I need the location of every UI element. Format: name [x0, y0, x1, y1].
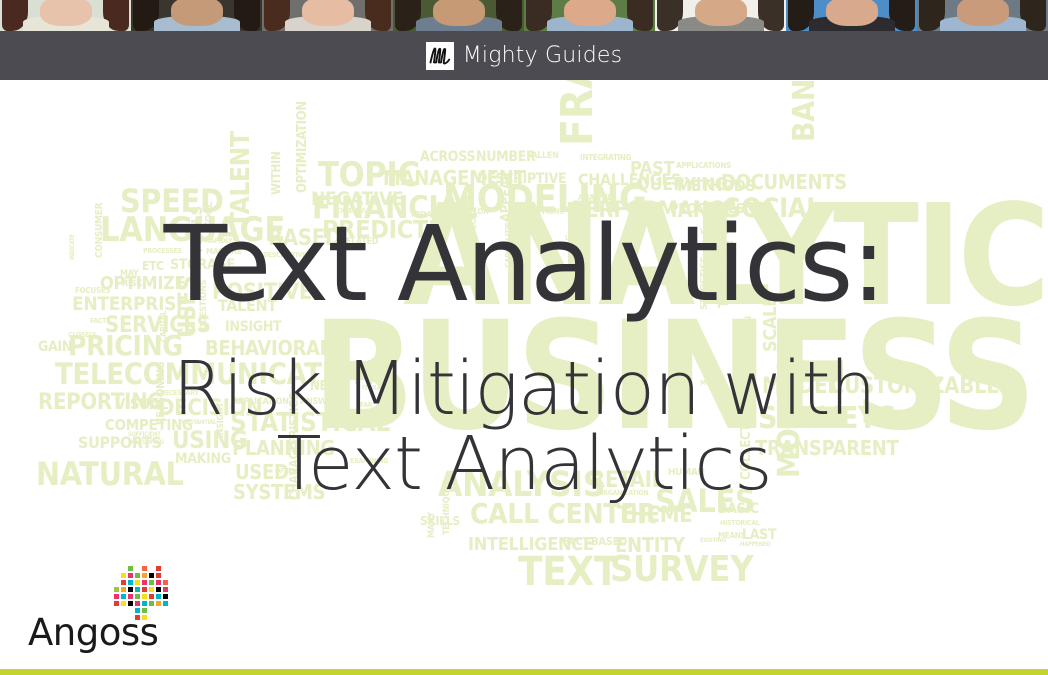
bottom-accent-rule: [0, 669, 1048, 675]
wordcloud-word: FACT: [90, 317, 107, 325]
mosaic-pixel: [121, 573, 126, 578]
mosaic-pixel: [135, 601, 140, 606]
mosaic-pixel: [128, 587, 133, 592]
wordcloud-word: MANY: [427, 512, 437, 538]
mosaic-pixel: [156, 573, 161, 578]
mosaic-pixel: [121, 601, 126, 606]
mosaic-pixel: [135, 587, 140, 592]
mosaic-pixel: [163, 601, 168, 606]
wordcloud-word: HISTORICAL: [720, 519, 760, 527]
contributor-photo-1: [0, 0, 131, 31]
mosaic-pixel: [121, 580, 126, 585]
mosaic-pixel: [149, 573, 154, 578]
wordcloud-word: DOCUMENTS: [721, 170, 847, 194]
mosaic-pixel: [142, 601, 147, 606]
angoss-logo: Angoss: [28, 566, 218, 651]
contributor-photo-5: [524, 0, 655, 31]
mosaic-pixel: [149, 580, 154, 585]
angoss-wordmark: Angoss: [28, 611, 159, 654]
mosaic-pixel: [156, 594, 161, 599]
mosaic-pixel: [142, 594, 147, 599]
wordcloud-word: INTEGRATING: [580, 153, 632, 162]
wordcloud-word: ACROSS: [420, 149, 476, 165]
mosaic-pixel: [128, 580, 133, 585]
mosaic-pixel: [135, 594, 140, 599]
wordcloud-word: SKILLS: [420, 514, 460, 528]
wordcloud-word: LAST: [742, 527, 777, 543]
mosaic-pixel: [163, 587, 168, 592]
mosaic-pixel: [128, 566, 133, 571]
contributor-photo-3: [262, 0, 393, 31]
mosaic-pixel: [135, 573, 140, 578]
contributor-photo-7: [786, 0, 917, 31]
mosaic-pixel: [114, 587, 119, 592]
mosaic-pixel: [128, 594, 133, 599]
mosaic-pixel: [149, 601, 154, 606]
mosaic-pixel: [135, 580, 140, 585]
contributor-photo-8: [917, 0, 1048, 31]
mosaic-pixel: [163, 594, 168, 599]
mosaic-pixel: [142, 566, 147, 571]
mosaic-pixel: [114, 594, 119, 599]
brand-name: Mighty Guides: [462, 43, 623, 68]
mighty-guides-header-bar: Mighty Guides: [0, 31, 1048, 80]
wordcloud-word: BANKING: [787, 80, 822, 142]
mosaic-pixel: [156, 580, 161, 585]
wordcloud-word: SUPPORT: [352, 327, 383, 335]
mosaic-pixel: [149, 594, 154, 599]
wordcloud-word: FRAUD: [552, 80, 603, 146]
cover-subtitle-line-1: Risk Mitigation with: [172, 346, 877, 432]
mosaic-pixel: [142, 573, 147, 578]
mosaic-pixel: [114, 601, 119, 606]
mosaic-pixel: [163, 580, 168, 585]
mosaic-pixel: [149, 587, 154, 592]
mosaic-pixel: [156, 566, 161, 571]
wordcloud-word: OPTIMIZATION: [295, 101, 310, 193]
contributor-photo-6: [655, 0, 786, 31]
brand-lockup: Mighty Guides: [425, 41, 623, 70]
wordcloud-word: WITHIN: [269, 151, 283, 195]
book-cover-canvas: ANALYTICSBUSINESSTOPICSPEEDLANGUAGEFINAN…: [0, 80, 1048, 669]
mosaic-pixel: [128, 601, 133, 606]
mosaic-pixel: [142, 580, 147, 585]
wordcloud-word: HAPPENED: [740, 541, 771, 548]
contributor-photo-2: [131, 0, 262, 31]
mighty-guides-m-monogram-icon: [425, 41, 454, 70]
wordcloud-word: TEXT: [518, 549, 619, 595]
contributor-photo-4: [393, 0, 524, 31]
wordcloud-word: DESCRIPTIVE: [477, 171, 567, 187]
mosaic-pixel: [128, 573, 133, 578]
mosaic-pixel: [121, 594, 126, 599]
wordcloud-word: SURVEY: [610, 549, 754, 590]
wordcloud-word: APPLICATIONS: [676, 161, 731, 170]
mosaic-pixel: [121, 587, 126, 592]
mosaic-pixel: [142, 587, 147, 592]
mosaic-pixel: [156, 601, 161, 606]
wordcloud-word: FALLEN: [527, 151, 559, 161]
cover-subtitle-line-2: Text Analytics: [276, 421, 772, 507]
contributor-photo-strip: [0, 0, 1048, 31]
page-title: Text Analytics:: [163, 203, 887, 325]
wordcloud-word: EXISTING: [700, 537, 726, 544]
mosaic-pixel: [156, 587, 161, 592]
